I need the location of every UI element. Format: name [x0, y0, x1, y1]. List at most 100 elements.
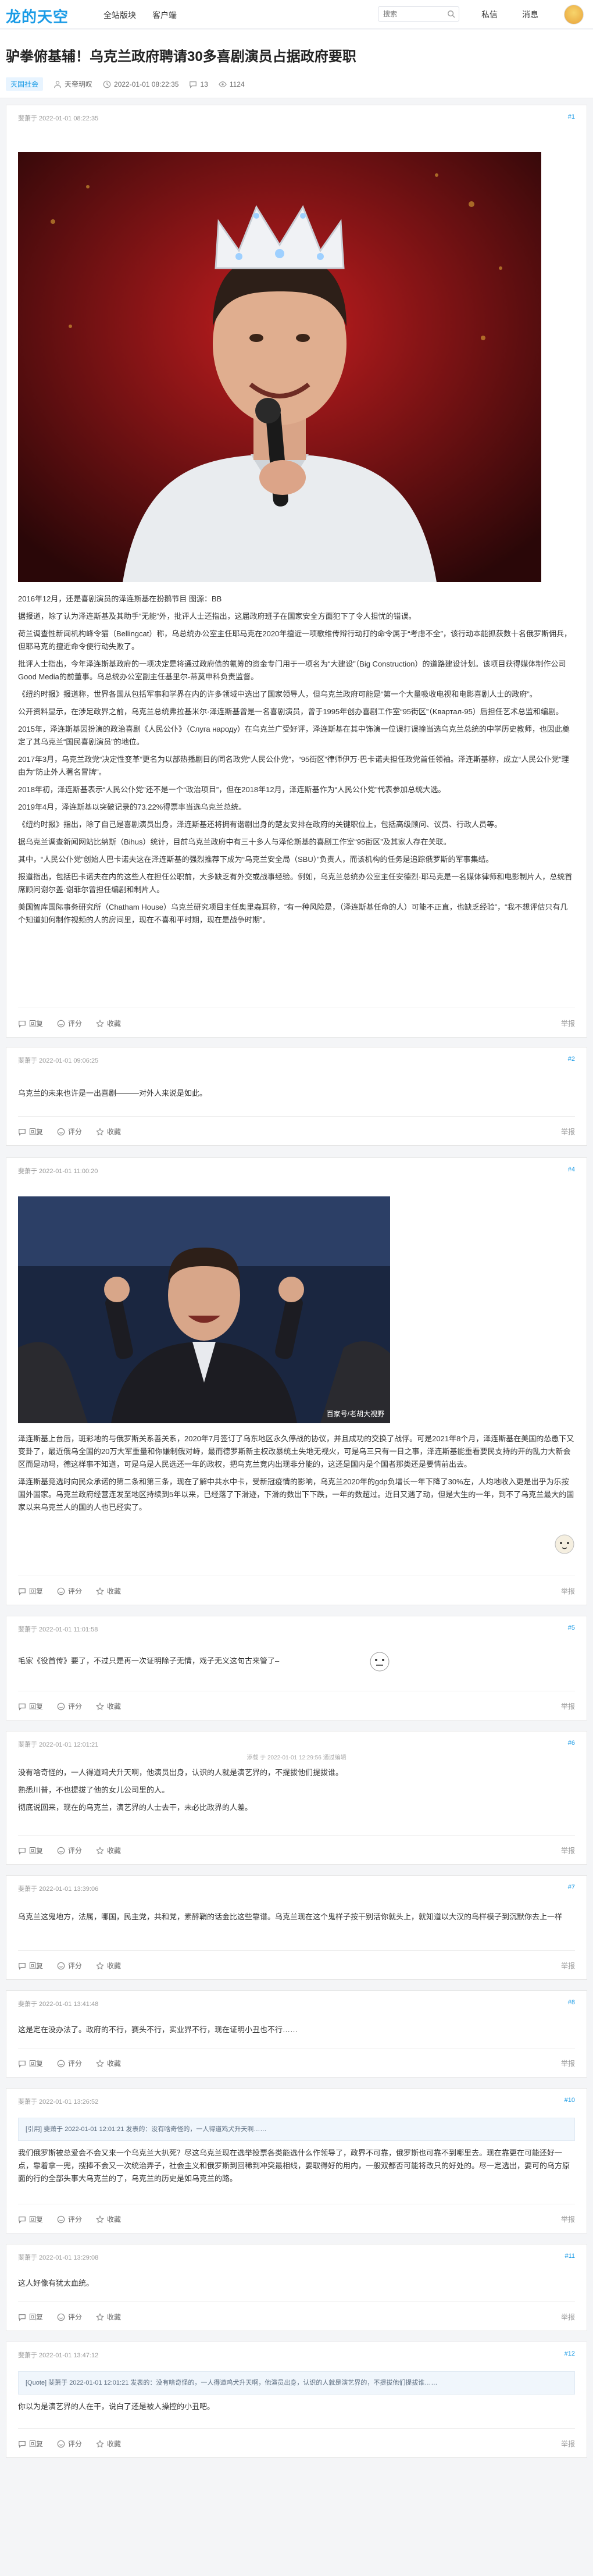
post-author: 斐萧于 2022-01-01 12:01:21: [18, 1741, 99, 1748]
favorite-button[interactable]: 收藏: [96, 1845, 121, 1855]
reply-icon: [19, 2216, 26, 2224]
post-floor[interactable]: #6: [568, 1740, 575, 1747]
star-icon: [96, 2059, 104, 2067]
post-card: 斐萧于 2022-01-01 08:22:35 #1 2016年12月，还是喜剧…: [6, 105, 587, 1038]
report-link[interactable]: 举报: [561, 1845, 575, 1855]
post-author: 斐萧于 2022-01-01 13:39:06: [18, 1886, 99, 1893]
post-paragraph: 美国智库国际事务研究所（Chatham House）乌克兰研究项目主任奥里森耳称…: [18, 903, 568, 924]
rate-button[interactable]: 评分: [57, 1845, 82, 1855]
rate-button[interactable]: 评分: [57, 1586, 82, 1596]
reply-button[interactable]: 回复: [18, 1845, 43, 1855]
post-body: 2016年12月，还是喜剧演员的泽连斯基在扮鹅节目 图源：BB 据报道，除了认为…: [18, 593, 575, 931]
post-paragraph: 泽连斯基竞选时向民众承诺的第二条和第三条，现在了解中共水中卡，受新冠疫情的影响，…: [18, 1477, 574, 1512]
rate-button[interactable]: 评分: [57, 1701, 82, 1711]
reply-icon: [19, 1020, 26, 1028]
favorite-button[interactable]: 收藏: [96, 2214, 121, 2224]
report-link[interactable]: 举报: [561, 1127, 575, 1136]
rate-icon: [57, 1962, 65, 1969]
divider: [18, 1116, 575, 1117]
post-body: 乌克兰的未来也许是一出喜剧———对外人来说是如此。: [18, 1087, 575, 1104]
reply-button[interactable]: 回复: [18, 2214, 43, 2224]
notifications-link[interactable]: 消息: [522, 9, 538, 20]
post-author: 斐萧于 2022-01-01 11:00:20: [18, 1168, 98, 1175]
thread-tag[interactable]: 灭国社会: [6, 77, 44, 91]
search-icon[interactable]: [447, 10, 455, 18]
reply-button[interactable]: 回复: [18, 1018, 43, 1028]
post-paragraph: 乌克兰的未来也许是一出喜剧———对外人来说是如此。: [18, 1089, 208, 1098]
star-icon: [96, 1846, 104, 1854]
favorite-button[interactable]: 收藏: [96, 2058, 121, 2068]
search-input[interactable]: [378, 7, 442, 21]
post-paragraph: 荷兰调查性新闻机构峰令猫（Bellingcat）称，乌总统办公室主任耶马克在20…: [18, 629, 571, 651]
post-floor[interactable]: #1: [568, 113, 575, 120]
report-link[interactable]: 举报: [561, 2439, 575, 2449]
post-floor[interactable]: #10: [565, 2097, 575, 2104]
post-card: 斐萧于 2022-01-01 13:29:08 #11 这人好像有犹太血统。 回…: [6, 2244, 587, 2331]
user-avatar[interactable]: [564, 5, 584, 24]
post-paragraph: 2017年3月，乌克兰政党“决定性变革”更名为以部热播剧目的同名政党“人民公仆党…: [18, 755, 569, 776]
thread-title: 驴拳俯基辅！乌克兰政府聘请30多喜剧演员占据政府要职: [6, 49, 356, 65]
report-link[interactable]: 举报: [561, 2058, 575, 2068]
post-floor[interactable]: #2: [568, 1056, 575, 1063]
report-link[interactable]: 举报: [561, 1701, 575, 1711]
report-link[interactable]: 举报: [561, 2312, 575, 2322]
post-paragraph: 泽连斯基上台后，斑彩地的与俄罗斯关系善关系，2020年7月签订了乌东地区永久停战…: [18, 1434, 574, 1469]
post-floor[interactable]: #12: [565, 2350, 575, 2357]
reply-button[interactable]: 回复: [18, 2439, 43, 2449]
quote-block: [Quote] 斐萧于 2022-01-01 12:01:21 发表的：没有啥奇…: [18, 2371, 575, 2395]
site-logo[interactable]: 龙的天空: [6, 5, 69, 27]
post-paragraph: 批评人士指出，今年泽连斯基政府的一项决定是将通过政府债的氰筹的资金专门用于一项名…: [18, 660, 566, 681]
reply-button[interactable]: 回复: [18, 1127, 43, 1136]
post-author: 斐萧于 2022-01-01 11:01:58: [18, 1626, 98, 1633]
report-link[interactable]: 举报: [561, 1018, 575, 1028]
reply-button[interactable]: 回复: [18, 1701, 43, 1711]
divider: [18, 1950, 575, 1951]
private-message-link[interactable]: 私信: [481, 9, 498, 20]
rate-button[interactable]: 评分: [57, 2058, 82, 2068]
report-link[interactable]: 举报: [561, 2214, 575, 2224]
post-floor[interactable]: #8: [568, 1999, 575, 2006]
report-link[interactable]: 举报: [561, 1586, 575, 1596]
thread-meta: 灭国社会 天帝玥叹 2022-01-01 08:22:35 13 1124: [6, 77, 245, 91]
post-card: 斐萧于 2022-01-01 13:47:12 #12 [Quote] 斐萧于 …: [6, 2342, 587, 2458]
post-floor[interactable]: #4: [568, 1166, 575, 1173]
favorite-button[interactable]: 收藏: [96, 2439, 121, 2449]
post-floor[interactable]: #7: [568, 1884, 575, 1891]
top-header: 龙的天空 全站版块 客户端 私信 消息: [0, 0, 593, 29]
reply-button[interactable]: 回复: [18, 2058, 43, 2068]
rate-button[interactable]: 评分: [57, 2439, 82, 2449]
favorite-button[interactable]: 收藏: [96, 1018, 121, 1028]
post-paragraph: 据报道，除了认为泽连斯基及其助手“无能”外，批评人士还指出，这届政府班子在国家安…: [18, 612, 416, 621]
favorite-button[interactable]: 收藏: [96, 1701, 121, 1711]
favorite-button[interactable]: 收藏: [96, 1127, 121, 1136]
rate-button[interactable]: 评分: [57, 1018, 82, 1028]
search-box[interactable]: [378, 6, 459, 22]
favorite-button[interactable]: 收藏: [96, 1961, 121, 1971]
clock-icon: [103, 80, 111, 88]
post-floor[interactable]: #11: [565, 2253, 575, 2260]
nav-forums[interactable]: 全站版块: [103, 9, 136, 21]
post-actions: 回复 评分 收藏: [18, 2439, 121, 2449]
reply-button[interactable]: 回复: [18, 2312, 43, 2322]
rate-button[interactable]: 评分: [57, 2214, 82, 2224]
post-body: 这人好像有犹太血统。: [18, 2277, 575, 2294]
reply-button[interactable]: 回复: [18, 1961, 43, 1971]
nav-client[interactable]: 客户端: [152, 9, 177, 21]
reply-button[interactable]: 回复: [18, 1586, 43, 1596]
view-count: 1124: [229, 80, 245, 88]
post-floor[interactable]: #5: [568, 1624, 575, 1631]
rate-button[interactable]: 评分: [57, 2312, 82, 2322]
thread-author[interactable]: 天帝玥叹: [65, 79, 92, 89]
post-paragraph: 没有啥奇怪的，一人得道鸡犬升天啊，他演员出身，认识的人就是演艺界的，不提拔他们提…: [18, 1768, 344, 1777]
post-body: 乌克兰这鬼地方，法属，哪国，民主党，共和党，素醉鞘的话金比这些靠谱。乌克兰现在这…: [18, 1911, 575, 1928]
rate-button[interactable]: 评分: [57, 1961, 82, 1971]
report-link[interactable]: 举报: [561, 1961, 575, 1971]
favorite-button[interactable]: 收藏: [96, 1586, 121, 1596]
post-paragraph: 毛家《役首传》要了，不过只是再一次证明除子无情，戏子无义这句古来管了–: [18, 1656, 280, 1665]
rate-button[interactable]: 评分: [57, 1127, 82, 1136]
post-author: 斐萧于 2022-01-01 13:26:52: [18, 2098, 99, 2105]
favorite-button[interactable]: 收藏: [96, 2312, 121, 2322]
post-paragraph: 2015年，泽连斯基因扮演的政治喜剧《人民公仆》（Слуга народу）在乌…: [18, 725, 570, 746]
post-author: 斐萧于 2022-01-01 13:41:48: [18, 2001, 99, 2008]
post-actions: 回复 评分 收藏: [18, 2312, 121, 2322]
